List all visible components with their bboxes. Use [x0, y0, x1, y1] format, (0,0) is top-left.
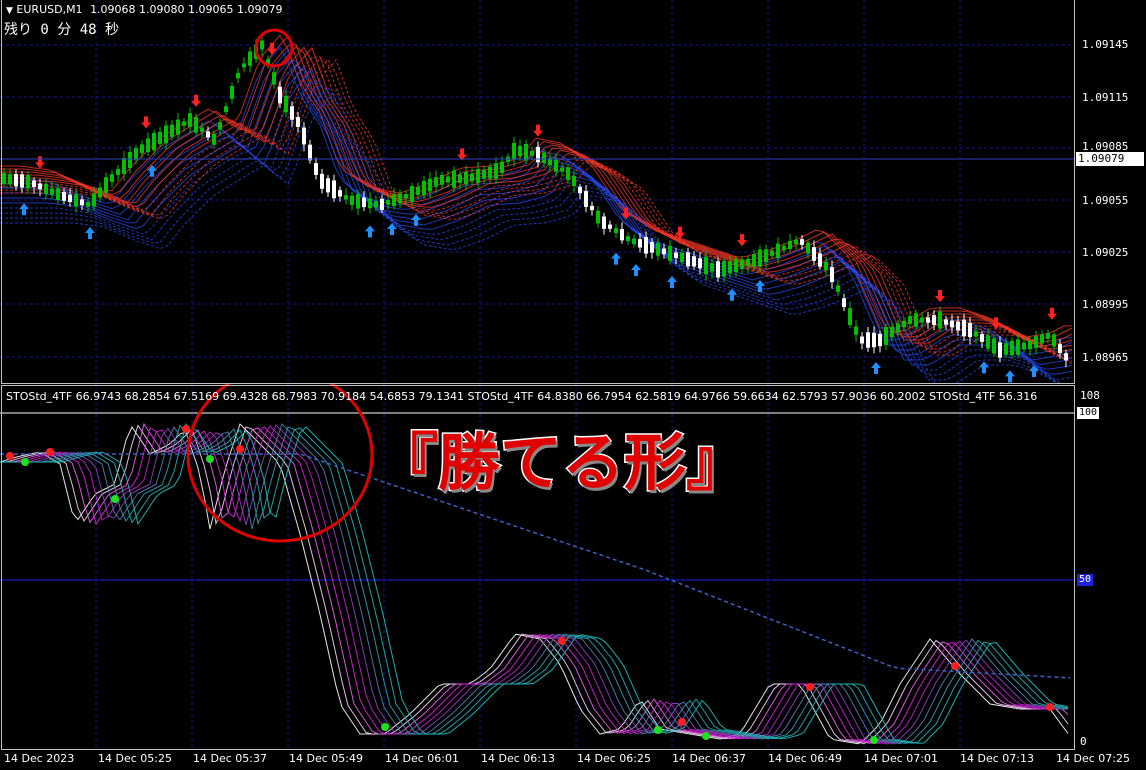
- ohlc-prices: 1.09068 1.09080 1.09065 1.09079: [90, 3, 283, 16]
- time-label: 14 Dec 05:49: [289, 752, 363, 765]
- time-label: 14 Dec 06:37: [672, 752, 746, 765]
- current-price-box: 1.09079: [1076, 152, 1144, 166]
- price-label: 1.08995: [1082, 298, 1129, 311]
- collapse-arrow-icon[interactable]: ▼: [6, 6, 13, 16]
- time-label: 14 Dec 07:01: [864, 752, 938, 765]
- scale-label-100: 100: [1077, 407, 1100, 419]
- time-label: 14 Dec 06:01: [385, 752, 459, 765]
- time-label: 14 Dec 06:25: [577, 752, 651, 765]
- time-label: 14 Dec 06:49: [768, 752, 842, 765]
- price-chart-frame: [1, 0, 1075, 384]
- indicator-header: STOStd_4TF 66.9743 68.2854 67.5169 69.43…: [6, 390, 1038, 403]
- time-label: 14 Dec 06:13: [481, 752, 555, 765]
- time-label: 14 Dec 2023: [4, 752, 75, 765]
- price-label: 1.08965: [1082, 351, 1129, 364]
- price-label: 1.09145: [1082, 38, 1129, 51]
- price-label: 1.09115: [1082, 91, 1129, 104]
- symbol-name: EURUSD,M1: [16, 3, 83, 16]
- price-label: 1.09025: [1082, 246, 1129, 259]
- price-label: 1.09055: [1082, 194, 1129, 207]
- scale-label-0: 0: [1080, 735, 1087, 748]
- annotation-caption: 『勝てる形』: [374, 425, 749, 501]
- countdown-timer: 残り 0 分 48 秒: [4, 22, 120, 38]
- time-label: 14 Dec 07:13: [960, 752, 1034, 765]
- symbol-header: ▼ EURUSD,M1 1.09068 1.09080 1.09065 1.09…: [6, 3, 283, 16]
- time-label: 14 Dec 05:25: [98, 752, 172, 765]
- time-label: 14 Dec 07:25: [1056, 752, 1130, 765]
- scale-label-50: 50: [1077, 574, 1094, 586]
- time-label: 14 Dec 05:37: [193, 752, 267, 765]
- scale-label-108: 108: [1080, 389, 1100, 402]
